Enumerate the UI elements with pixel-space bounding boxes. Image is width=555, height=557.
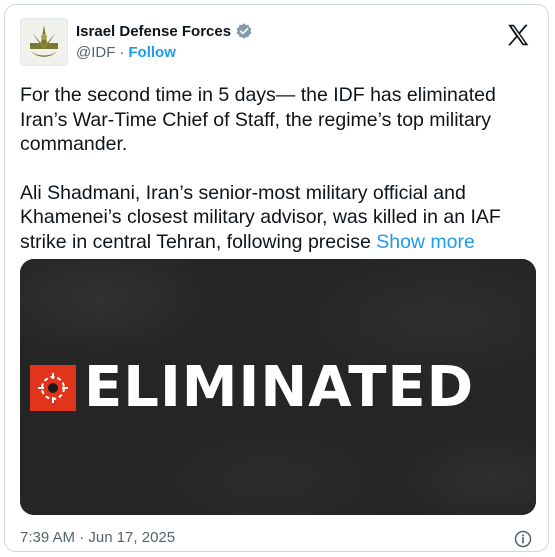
verified-badge-icon	[236, 23, 252, 39]
name-row: Israel Defense Forces	[76, 22, 253, 40]
banner-text: ELIMINATED	[84, 355, 475, 420]
follow-button[interactable]: Follow	[128, 44, 176, 61]
tweet-card[interactable]: Israel Defense Forces @IDF · Follow For …	[4, 4, 549, 552]
eliminated-banner: ELIMINATED	[20, 355, 475, 420]
show-more-link[interactable]: Show more	[376, 231, 475, 253]
tweet-timestamp[interactable]: 7:39 AM · Jun 17, 2025	[20, 529, 175, 546]
info-icon[interactable]	[513, 529, 533, 549]
idf-emblem-icon	[30, 25, 58, 57]
tweet-text: For the second time in 5 days— the IDF h…	[20, 83, 535, 254]
tweet-header: Israel Defense Forces @IDF · Follow	[20, 18, 533, 72]
avatar[interactable]	[20, 18, 68, 66]
account-handle[interactable]: @IDF	[76, 44, 115, 61]
handle-row: @IDF · Follow	[76, 44, 176, 61]
account-name[interactable]: Israel Defense Forces	[76, 23, 231, 40]
tweet-footer: 7:39 AM · Jun 17, 2025	[20, 529, 533, 549]
x-logo-icon[interactable]	[505, 22, 531, 48]
separator-dot: ·	[119, 44, 125, 61]
tweet-paragraph-1: For the second time in 5 days— the IDF h…	[20, 84, 496, 155]
crosshair-target-icon	[30, 365, 76, 411]
tweet-media-image[interactable]: ELIMINATED	[20, 259, 536, 515]
tweet-paragraph-2: Ali Shadmani, Iran’s senior-most militar…	[20, 181, 535, 255]
